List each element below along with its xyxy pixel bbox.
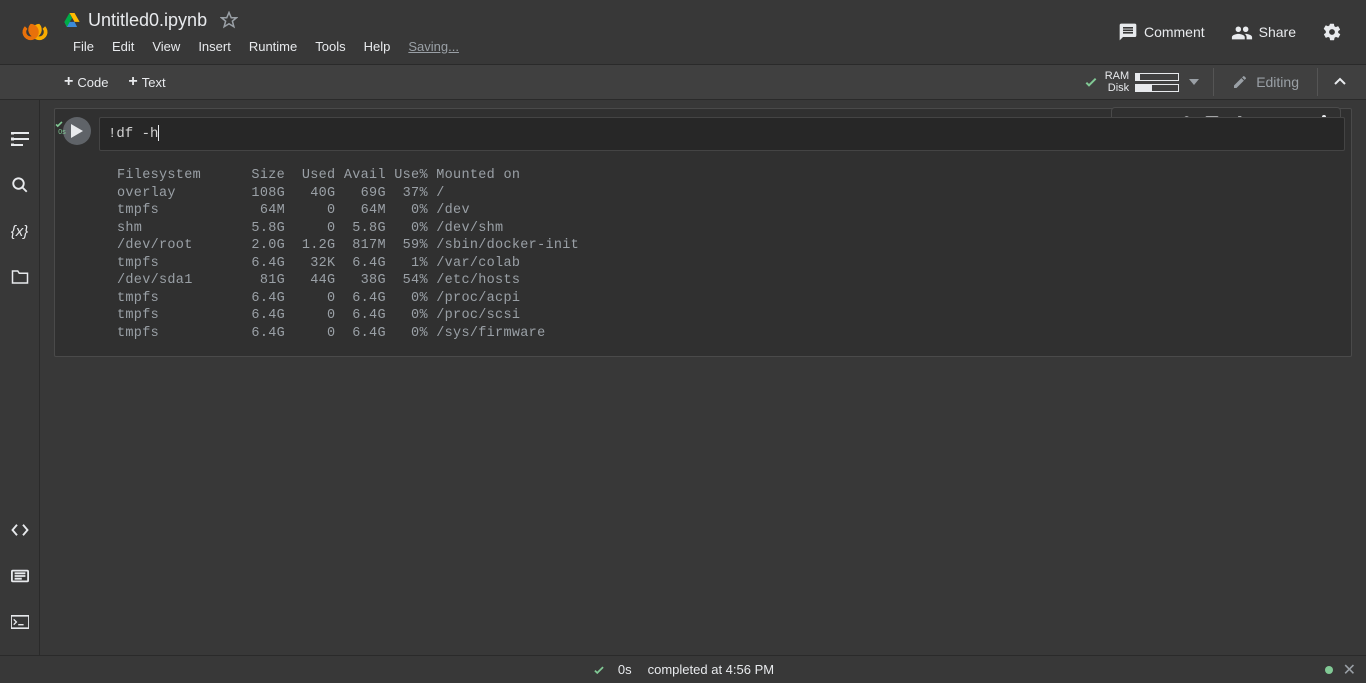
cell-output: Filesystem Size Used Avail Use% Mounted … bbox=[55, 157, 1351, 356]
code-text: !df -h bbox=[108, 126, 158, 142]
close-status-button[interactable]: ✕ bbox=[1343, 660, 1356, 680]
status-completed: completed at 4:56 PM bbox=[648, 662, 774, 677]
star-button[interactable] bbox=[215, 6, 243, 34]
collapse-button[interactable] bbox=[1322, 64, 1358, 100]
document-title[interactable]: Untitled0.ipynb bbox=[88, 10, 207, 31]
menu-help[interactable]: Help bbox=[355, 37, 400, 56]
disk-label: Disk bbox=[1105, 82, 1129, 94]
menu-insert[interactable]: Insert bbox=[189, 37, 240, 56]
cursor bbox=[158, 125, 159, 141]
menu-view[interactable]: View bbox=[143, 37, 189, 56]
code-snippets-icon[interactable] bbox=[0, 507, 40, 553]
text-label: Text bbox=[142, 75, 166, 90]
menu-tools[interactable]: Tools bbox=[306, 37, 354, 56]
files-icon[interactable] bbox=[0, 254, 40, 300]
code-input[interactable]: !df -h bbox=[99, 117, 1345, 151]
plus-icon: + bbox=[128, 75, 137, 89]
ram-bar bbox=[1135, 73, 1179, 81]
comment-button[interactable]: Comment bbox=[1108, 16, 1215, 48]
menu-edit[interactable]: Edit bbox=[103, 37, 143, 56]
check-icon bbox=[53, 119, 71, 129]
saving-status[interactable]: Saving... bbox=[399, 37, 468, 56]
ram-label: RAM bbox=[1105, 70, 1129, 82]
toc-icon[interactable] bbox=[0, 116, 40, 162]
check-icon bbox=[1083, 74, 1099, 90]
share-button[interactable]: Share bbox=[1221, 18, 1306, 46]
settings-button[interactable] bbox=[1312, 12, 1352, 52]
status-duration: 0s bbox=[618, 662, 632, 677]
status-dot-icon bbox=[1325, 666, 1333, 674]
divider bbox=[1213, 68, 1214, 96]
code-label: Code bbox=[77, 75, 108, 90]
editing-mode-button[interactable]: Editing bbox=[1218, 68, 1313, 96]
drive-icon bbox=[64, 13, 80, 27]
share-label: Share bbox=[1259, 24, 1296, 40]
check-icon bbox=[592, 663, 606, 677]
search-icon[interactable] bbox=[0, 162, 40, 208]
menu-runtime[interactable]: Runtime bbox=[240, 37, 306, 56]
divider bbox=[1317, 68, 1318, 96]
status-bar: 0s completed at 4:56 PM ✕ bbox=[0, 655, 1366, 683]
add-code-button[interactable]: + Code bbox=[54, 71, 118, 94]
plus-icon: + bbox=[64, 75, 73, 89]
exec-time: 0s bbox=[53, 129, 71, 136]
dropdown-icon[interactable] bbox=[1185, 79, 1203, 85]
variables-icon[interactable]: {x} bbox=[0, 208, 40, 254]
colab-logo[interactable] bbox=[14, 0, 56, 64]
terminal-icon[interactable] bbox=[0, 599, 40, 645]
sidebar: {x} bbox=[0, 100, 40, 655]
command-palette-icon[interactable] bbox=[0, 553, 40, 599]
resource-indicator[interactable]: RAM Disk bbox=[1077, 70, 1209, 94]
editing-label: Editing bbox=[1256, 74, 1299, 90]
code-cell: 0s !df bbox=[54, 108, 1352, 357]
disk-bar bbox=[1135, 84, 1179, 92]
comment-label: Comment bbox=[1144, 24, 1205, 40]
menu-file[interactable]: File bbox=[64, 37, 103, 56]
add-text-button[interactable]: + Text bbox=[118, 71, 175, 94]
